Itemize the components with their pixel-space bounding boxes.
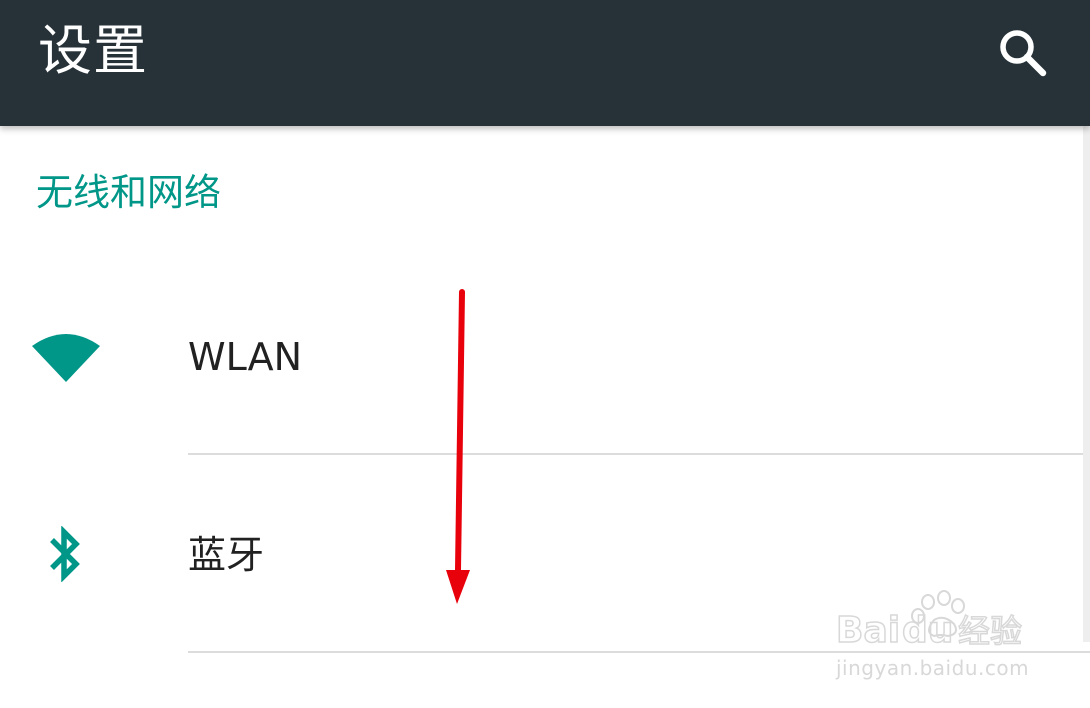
settings-item-wlan[interactable]: WLAN xyxy=(0,262,1090,454)
settings-screen: 设置 无线和网络 WLAN 蓝牙 Bai du 经验 jingyan.baidu… xyxy=(0,0,1090,708)
page-title: 设置 xyxy=(38,19,148,82)
section-header-wireless-networks: 无线和网络 xyxy=(36,171,221,214)
wifi-icon xyxy=(30,322,102,394)
settings-item-label: 蓝牙 xyxy=(188,533,265,577)
down-arrow-annotation xyxy=(446,289,470,604)
bluetooth-icon xyxy=(30,518,102,590)
divider xyxy=(188,453,1090,455)
search-button[interactable] xyxy=(990,20,1056,86)
watermark-url: jingyan.baidu.com xyxy=(836,656,1030,680)
search-icon xyxy=(1000,30,1047,77)
settings-item-label: WLAN xyxy=(188,335,303,379)
divider xyxy=(188,651,1090,653)
settings-item-bluetooth[interactable]: 蓝牙 xyxy=(0,456,1090,652)
app-bar: 设置 xyxy=(0,0,1090,126)
scrollbar[interactable] xyxy=(1083,126,1090,642)
